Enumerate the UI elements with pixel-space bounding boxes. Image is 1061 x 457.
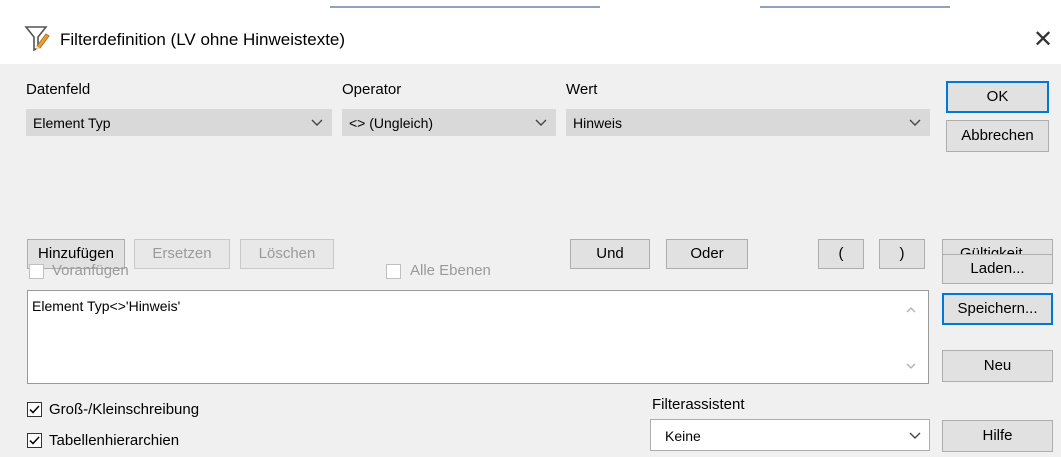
chevron-down-icon bbox=[907, 113, 923, 131]
replace-button[interactable]: Ersetzen bbox=[134, 239, 230, 269]
save-button[interactable]: Speichern... bbox=[942, 293, 1053, 325]
prepend-checkbox[interactable] bbox=[29, 264, 44, 279]
prepend-label: Voranfügen bbox=[52, 262, 129, 279]
help-button[interactable]: Hilfe bbox=[942, 420, 1053, 452]
or-button[interactable]: Oder bbox=[666, 239, 748, 269]
operator-dropdown[interactable]: <> (Ungleich) bbox=[342, 109, 556, 136]
background-window-strip bbox=[0, 0, 1061, 14]
datenfeld-dropdown[interactable]: Element Typ bbox=[26, 109, 332, 136]
window-title: Filterdefinition (LV ohne Hinweistexte) bbox=[60, 30, 346, 49]
case-sensitive-checkbox[interactable] bbox=[27, 402, 42, 417]
chevron-down-icon bbox=[309, 113, 325, 131]
filter-expression-text: Element Typ<>'Hinweis' bbox=[32, 298, 181, 314]
close-paren-button[interactable]: ) bbox=[879, 239, 925, 269]
delete-button[interactable]: Löschen bbox=[240, 239, 334, 269]
ok-button[interactable]: OK bbox=[946, 81, 1049, 113]
chevron-down-icon bbox=[533, 113, 549, 131]
filter-assistant-value: Keine bbox=[665, 428, 701, 444]
scroll-up-icon[interactable] bbox=[904, 303, 918, 317]
table-hierarchies-checkbox[interactable] bbox=[27, 433, 42, 448]
scroll-down-icon[interactable] bbox=[904, 359, 918, 373]
and-button[interactable]: Und bbox=[570, 239, 650, 269]
filter-assistant-label: Filterassistent bbox=[652, 396, 745, 413]
all-levels-checkbox[interactable] bbox=[386, 264, 401, 279]
operator-label: Operator bbox=[342, 81, 402, 98]
wert-label: Wert bbox=[566, 81, 598, 98]
close-icon[interactable]: ✕ bbox=[1028, 24, 1058, 54]
case-sensitive-label: Groß-/Kleinschreibung bbox=[49, 401, 200, 418]
filter-assistant-dropdown[interactable]: Keine bbox=[650, 419, 930, 451]
operator-value: <> (Ungleich) bbox=[349, 115, 434, 131]
datenfeld-value: Element Typ bbox=[33, 115, 111, 131]
new-button[interactable]: Neu bbox=[942, 350, 1053, 382]
open-paren-button[interactable]: ( bbox=[818, 239, 864, 269]
datenfeld-label: Datenfeld bbox=[26, 81, 91, 98]
cancel-button[interactable]: Abbrechen bbox=[946, 120, 1049, 152]
filter-icon bbox=[24, 24, 50, 52]
chevron-down-icon bbox=[907, 426, 923, 444]
table-hierarchies-label: Tabellenhierarchien bbox=[49, 432, 180, 449]
all-levels-label: Alle Ebenen bbox=[410, 262, 491, 279]
wert-value: Hinweis bbox=[573, 115, 623, 131]
filter-expression-textarea[interactable]: Element Typ<>'Hinweis' bbox=[27, 290, 929, 384]
load-button-visible[interactable]: Laden... bbox=[942, 254, 1053, 284]
wert-dropdown[interactable]: Hinweis bbox=[566, 109, 930, 136]
